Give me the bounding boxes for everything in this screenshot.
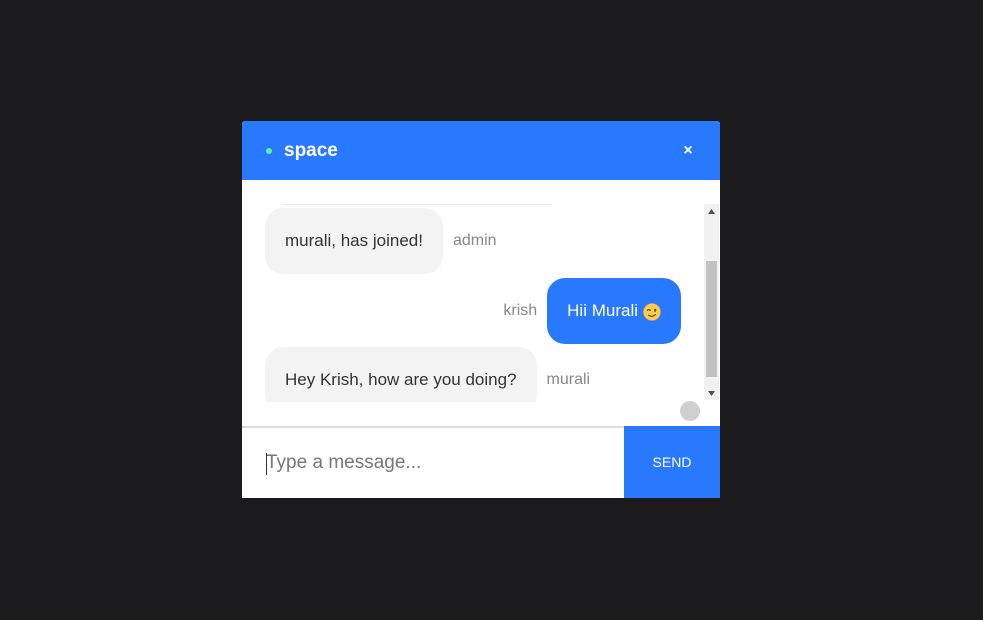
message-bubble: Hii Murali [547,278,681,344]
message-input[interactable] [242,428,624,498]
scrollbar[interactable] [704,204,719,400]
composer: SEND [242,426,720,498]
message-list[interactable]: murali, has joined! admin krish Hii Mura… [242,204,704,402]
message-row: Hey Krish, how are you doing? murali [265,347,590,402]
message-area: murali, has joined! admin krish Hii Mura… [242,180,720,426]
room-title: space [284,139,338,161]
chat-window: space × murali, has joined! admin krish … [242,121,720,498]
scroll-down-icon[interactable] [704,386,719,400]
send-button[interactable]: SEND [624,426,720,498]
scroll-up-icon[interactable] [704,204,719,218]
text-caret [266,453,267,475]
message-sender: krish [503,302,538,319]
message-bubble: Hey Krish, how are you doing? [265,347,537,402]
message-text: murali, has joined! [285,231,423,250]
scroll-thumb[interactable] [706,261,717,377]
message-sender: murali [546,371,591,388]
message-sender: admin [452,232,497,249]
online-status-icon [266,147,272,154]
typing-indicator-icon [680,401,700,421]
message-text: Hii Murali [567,301,638,320]
message-row: krish Hii Murali [503,278,681,344]
chat-header: space × [242,121,720,180]
winking-face-icon [643,303,661,321]
message-bubble: murali, has joined! [265,208,443,274]
close-button[interactable]: × [680,142,696,160]
message-row: murali, has joined! admin [265,208,497,274]
message-text: Hey Krish, how are you doing? [285,370,517,389]
